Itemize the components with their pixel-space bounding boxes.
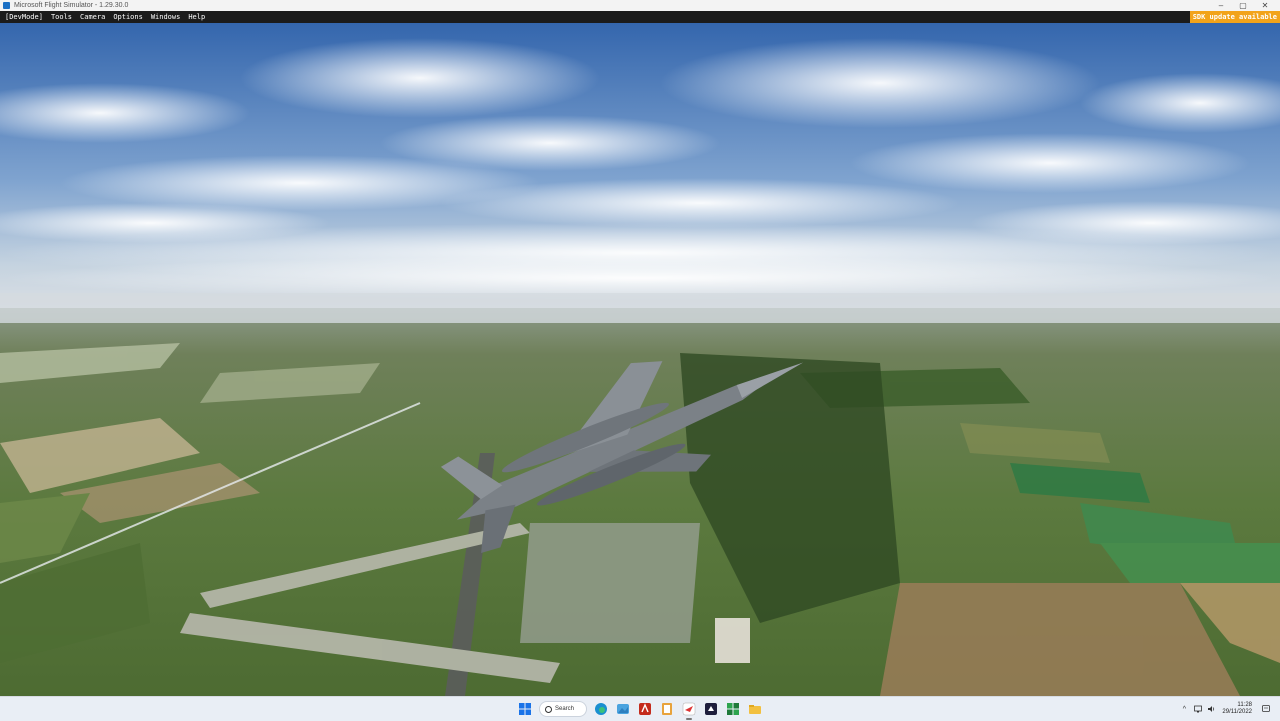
clock-date: 29/11/2022 [1222,709,1252,715]
flight-simulator-icon [3,2,10,9]
network-icon[interactable] [1194,705,1203,713]
notification-icon[interactable] [1262,705,1270,713]
photos-icon[interactable] [615,701,631,717]
menu-windows[interactable]: Windows [151,11,181,23]
search-icon [545,705,552,713]
windows-start-icon[interactable] [517,701,533,717]
window-title-bar: Microsoft Flight Simulator - 1.29.30.0 –… [0,0,1280,11]
taskbar-apps: Search [517,697,763,721]
devmode-menu-bar: [DevMode] Tools Camera Options Windows H… [0,11,1280,23]
sdk-update-badge[interactable]: SDK update available [1189,11,1280,23]
edge-icon[interactable] [593,701,609,717]
notebook-icon[interactable] [659,701,675,717]
office-icon[interactable] [637,701,653,717]
devmode-menu: [DevMode] Tools Camera Options Windows H… [5,11,205,23]
menu-options[interactable]: Options [113,11,143,23]
devmode-icon[interactable] [703,701,719,717]
system-tray: ^ 11:28 29/11/2022 [1180,697,1270,721]
file-explorer-icon[interactable] [747,701,763,717]
minimize-button[interactable]: – [1210,0,1232,11]
search-label: Search [555,706,575,712]
system-clock[interactable]: 11:28 29/11/2022 [1222,702,1252,716]
menu-help[interactable]: Help [188,11,205,23]
menu-devmode[interactable]: [DevMode] [5,11,43,23]
menu-camera[interactable]: Camera [80,11,105,23]
maximize-button[interactable]: ▢ [1232,0,1254,11]
window-title: Microsoft Flight Simulator - 1.29.30.0 [14,2,129,9]
volume-icon[interactable] [1208,705,1216,713]
flight-scene-graphic [0,23,1280,696]
clock-time: 11:28 [1237,702,1252,708]
xbox-icon[interactable] [725,701,741,717]
taskbar-search-button[interactable]: Search [539,701,587,717]
windows-taskbar: Search ^ 11:28 29/11/2022 [0,696,1280,721]
menu-tools[interactable]: Tools [51,11,72,23]
flight-view[interactable] [0,23,1280,696]
close-button[interactable]: ✕ [1254,0,1276,11]
chevron-up-icon[interactable]: ^ [1180,705,1188,713]
flight-simulator-icon[interactable] [681,701,697,720]
